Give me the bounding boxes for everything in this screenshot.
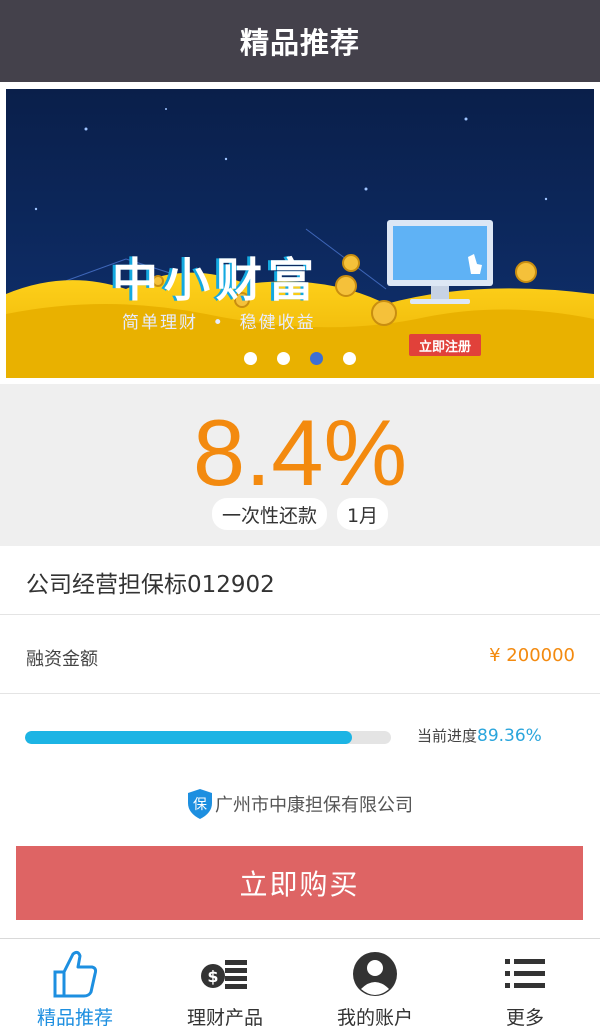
promo-banner[interactable]: 中小财富 简单理财 • 稳健收益 立即注册 <box>6 89 594 378</box>
progress-fill <box>25 731 353 744</box>
rate-section: 8.4% 一次性还款 1月 <box>0 384 600 546</box>
tab-my-account[interactable]: 我的账户 <box>300 939 450 1033</box>
tab-products[interactable]: $ 理财产品 <box>150 939 300 1033</box>
guarantor-name: 广州市中康担保有限公司 <box>215 795 413 816</box>
page-title: 精品推荐 <box>239 26 360 60</box>
rate-tags: 一次性还款 1月 <box>0 498 600 530</box>
amount-label: 融资金额 <box>26 649 98 670</box>
carousel-dot-1[interactable] <box>244 352 257 365</box>
tab-label: 更多 <box>505 1007 544 1029</box>
svg-text:$: $ <box>207 967 218 986</box>
carousel-dot-2[interactable] <box>277 352 290 365</box>
product-title: 公司经营担保标012902 <box>26 572 275 598</box>
buy-now-button[interactable]: 立即购买 <box>16 846 583 920</box>
banner-slogan: 简单理财 • 稳健收益 <box>122 313 316 333</box>
carousel-indicator <box>0 352 600 365</box>
carousel-dot-3-active[interactable] <box>310 352 323 365</box>
bottom-tab-bar: 精品推荐 $ 理财产品 我的账户 更多 <box>0 938 600 1033</box>
amount-value: ¥ 200000 <box>489 645 575 666</box>
divider <box>0 693 600 694</box>
tab-featured[interactable]: 精品推荐 <box>0 939 150 1033</box>
term-tag: 1月 <box>336 498 389 530</box>
banner-headline: 中小财富 <box>112 253 320 307</box>
tab-label: 理财产品 <box>186 1007 263 1029</box>
progress-percent: 89.36% <box>477 726 542 746</box>
shield-icon: 保 <box>188 789 212 819</box>
carousel-dot-4[interactable] <box>343 352 356 365</box>
divider <box>0 614 600 615</box>
thumbs-up-icon <box>53 950 98 998</box>
tab-label: 我的账户 <box>336 1007 413 1029</box>
tab-label: 精品推荐 <box>36 1007 113 1029</box>
progress-readout: 当前进度89.36% <box>417 725 542 746</box>
guarantor-info: 保 广州市中康担保有限公司 <box>0 788 600 820</box>
progress-label: 当前进度 <box>417 727 478 745</box>
user-avatar-icon <box>353 952 397 996</box>
banner-illustration <box>6 89 594 378</box>
annual-rate: 8.4% <box>192 400 408 505</box>
guarantor-badge: 保 <box>193 797 207 813</box>
money-stack-icon: $ <box>201 960 247 989</box>
tab-more[interactable]: 更多 <box>450 939 600 1033</box>
progress-bar <box>25 731 391 744</box>
list-menu-icon <box>505 959 545 988</box>
repayment-tag: 一次性还款 <box>211 498 327 530</box>
top-header: 精品推荐 <box>0 0 600 82</box>
